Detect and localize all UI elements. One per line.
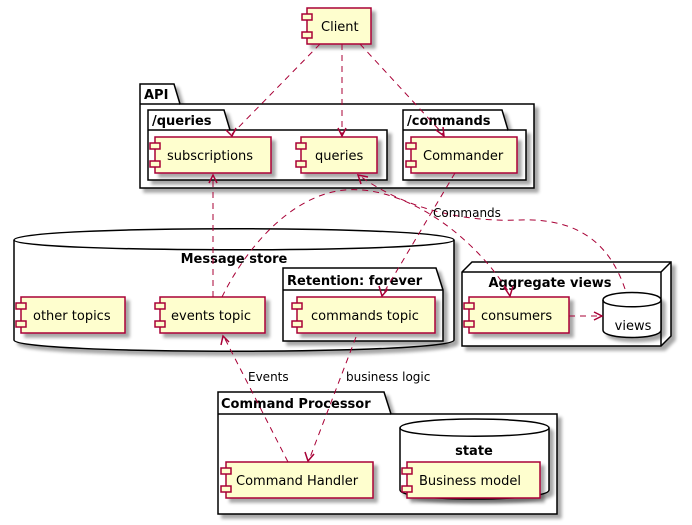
command-processor-label: Command Processor: [221, 397, 371, 412]
commands-package-label: /commands: [407, 114, 491, 129]
component-queries[interactable]: queries: [295, 136, 378, 174]
views-label: views: [615, 319, 652, 334]
commands-topic-label: commands topic: [311, 309, 419, 324]
queries-package-label: /queries: [152, 114, 212, 129]
edge-label-commands: Commands: [433, 206, 501, 220]
command-handler-label: Command Handler: [236, 474, 359, 489]
edge-label-events: Events: [248, 370, 289, 384]
component-commander[interactable]: Commander: [405, 136, 518, 174]
events-topic-label: events topic: [171, 309, 251, 324]
retention-package-label: Retention: forever: [287, 274, 423, 289]
component-subscriptions[interactable]: subscriptions: [149, 136, 272, 174]
component-commands-topic[interactable]: commands topic: [291, 296, 436, 334]
component-events-topic[interactable]: events topic: [154, 296, 266, 334]
commander-label: Commander: [423, 149, 504, 164]
edge-label-business-logic: business logic: [346, 370, 430, 384]
component-command-handler[interactable]: Command Handler: [220, 461, 374, 499]
diagram-canvas: API /queries /commands Message store Ret…: [13, 7, 672, 515]
business-model-label: Business model: [419, 474, 521, 489]
component-consumers[interactable]: consumers: [463, 296, 570, 334]
message-store-label: Message store: [181, 252, 288, 267]
subscriptions-label: subscriptions: [167, 149, 253, 164]
queries-label: queries: [315, 149, 363, 164]
component-client[interactable]: Client: [301, 7, 372, 45]
component-other-topics[interactable]: other topics: [15, 296, 126, 334]
state-label: state: [455, 444, 493, 459]
consumers-label: consumers: [481, 309, 552, 324]
views-database[interactable]: views: [602, 291, 662, 339]
client-label: Client: [321, 20, 359, 35]
other-topics-label: other topics: [33, 309, 111, 324]
component-business-model[interactable]: Business model: [401, 461, 541, 499]
api-package-label: API: [144, 88, 168, 103]
